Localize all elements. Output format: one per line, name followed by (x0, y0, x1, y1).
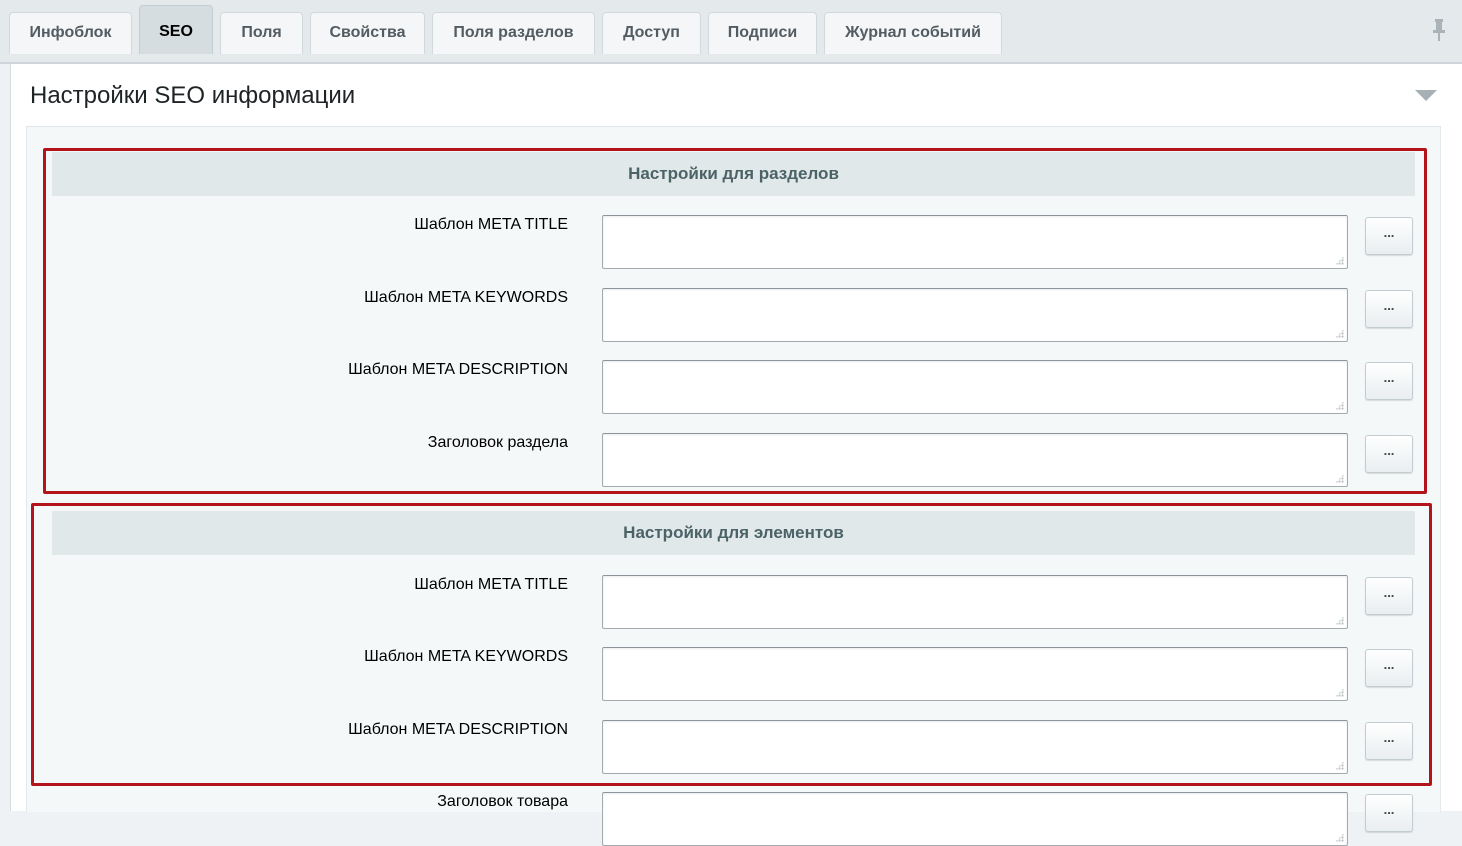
tab-access[interactable]: Доступ (602, 12, 701, 54)
meta-title-field[interactable] (602, 215, 1348, 269)
group-header-sections: Настройки для разделов (52, 152, 1415, 196)
row-label: Заголовок раздела (427, 434, 568, 451)
template-picker-button[interactable]: ... (1365, 217, 1413, 255)
row-label: Шаблон META TITLE (414, 216, 568, 233)
row-label: Шаблон META KEYWORDS (364, 289, 568, 306)
template-picker-button[interactable]: ... (1365, 794, 1413, 832)
resize-grip-icon[interactable] (1335, 474, 1344, 483)
row-label: Шаблон META DESCRIPTION (348, 361, 568, 378)
seo-panel: Настройки SEO информации Настройки для р… (10, 64, 1462, 846)
meta-keywords-field[interactable] (602, 288, 1348, 342)
section-heading-field[interactable] (602, 433, 1348, 487)
row-label: Шаблон META TITLE (414, 576, 568, 593)
resize-grip-icon[interactable] (1335, 401, 1344, 410)
resize-grip-icon[interactable] (1335, 833, 1344, 842)
group-header-elements: Настройки для элементов (52, 511, 1415, 555)
resize-grip-icon[interactable] (1335, 761, 1344, 770)
template-picker-button[interactable]: ... (1365, 290, 1413, 328)
tab-seo[interactable]: SEO (139, 5, 213, 54)
chevron-down-icon[interactable] (1415, 90, 1437, 101)
section-title: Настройки SEO информации (30, 82, 356, 109)
tab-fields[interactable]: Поля (220, 12, 303, 54)
meta-description-field[interactable] (602, 720, 1348, 774)
tab-event-log[interactable]: Журнал событий (824, 12, 1002, 54)
template-picker-button[interactable]: ... (1365, 649, 1413, 687)
resize-grip-icon[interactable] (1335, 688, 1344, 697)
template-picker-button[interactable]: ... (1365, 435, 1413, 473)
tab-infoblock[interactable]: Инфоблок (9, 12, 132, 54)
row-label: Шаблон META DESCRIPTION (348, 721, 568, 738)
pin-icon[interactable] (1432, 18, 1446, 42)
tab-section-fields[interactable]: Поля разделов (432, 12, 595, 54)
meta-keywords-field[interactable] (602, 647, 1348, 701)
resize-grip-icon[interactable] (1335, 256, 1344, 265)
tab-bar: Инфоблок SEO Поля Свойства Поля разделов… (0, 0, 1462, 64)
tab-properties[interactable]: Свойства (310, 12, 425, 54)
meta-title-field[interactable] (602, 575, 1348, 629)
settings-content: Настройки для разделов Шаблон META TITLE… (26, 126, 1441, 846)
product-heading-field[interactable] (602, 792, 1348, 846)
template-picker-button[interactable]: ... (1365, 577, 1413, 615)
resize-grip-icon[interactable] (1335, 616, 1344, 625)
meta-description-field[interactable] (602, 360, 1348, 414)
template-picker-button[interactable]: ... (1365, 362, 1413, 400)
tab-captions[interactable]: Подписи (708, 12, 817, 54)
resize-grip-icon[interactable] (1335, 329, 1344, 338)
row-label: Заголовок товара (437, 793, 568, 810)
row-label: Шаблон META KEYWORDS (364, 648, 568, 665)
template-picker-button[interactable]: ... (1365, 722, 1413, 760)
